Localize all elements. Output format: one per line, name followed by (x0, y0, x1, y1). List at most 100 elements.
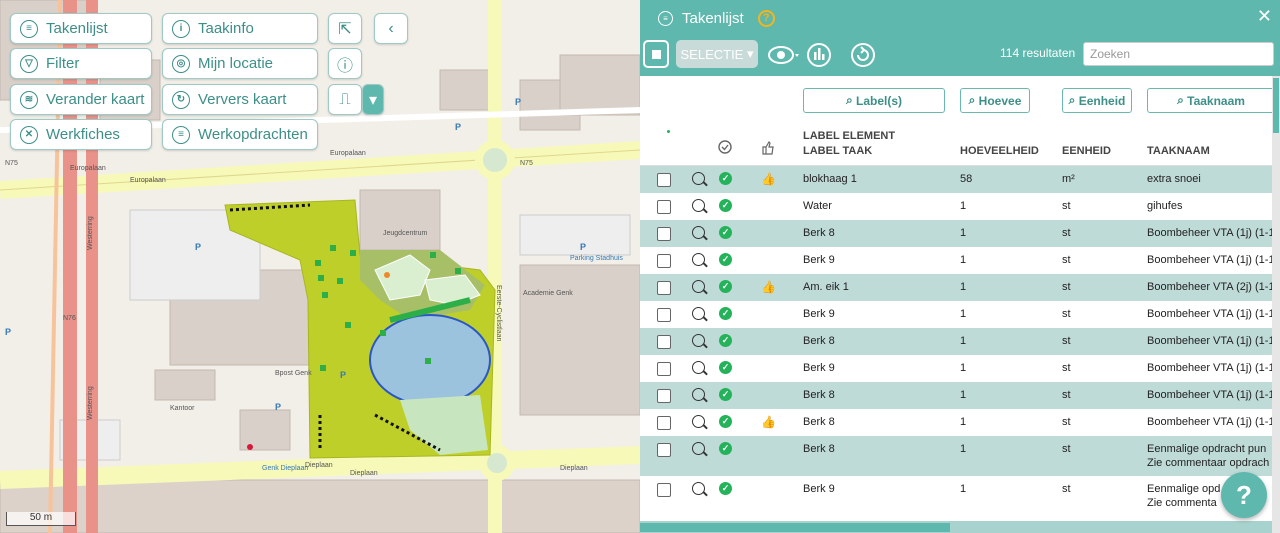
zoom-to-icon[interactable] (692, 388, 705, 401)
filter-eenheid-button[interactable]: ⌕ Eenheid (1062, 88, 1132, 113)
map-label: Parking Stadhuis (570, 255, 623, 262)
takenlijst-panel: ≡ Takenlijst ? ✕ SELECTIE ▾ 114 resultat… (640, 0, 1280, 533)
stop-button[interactable] (643, 40, 669, 68)
search-input[interactable] (1083, 42, 1274, 66)
collapse-button[interactable]: ‹ (374, 13, 408, 44)
chart-icon[interactable] (806, 42, 832, 68)
map-label: Westerring (87, 386, 94, 420)
help-fab-button[interactable]: ? (1221, 472, 1267, 518)
filter-labels-button[interactable]: ⌕ Label(s) (803, 88, 945, 113)
cell-label: Berk 8 (803, 335, 835, 347)
tools-icon: ✕ (20, 125, 38, 144)
zoom-to-icon[interactable] (692, 334, 705, 347)
header-hoeveelheid[interactable]: HOEVEELHEID (960, 144, 1039, 158)
pulse-icon: ⎍ (339, 90, 351, 108)
row-checkbox[interactable] (657, 335, 671, 349)
chevron-left-icon: ‹ (388, 19, 394, 37)
row-checkbox[interactable] (657, 281, 671, 295)
cell-hoeveelheid: 58 (960, 173, 973, 185)
zoom-to-icon[interactable] (692, 442, 705, 455)
zoom-to-icon[interactable] (692, 199, 705, 212)
verander-kaart-button[interactable]: ≋ Verander kaart (10, 84, 152, 115)
header-label-element[interactable]: LABEL ELEMENT (803, 129, 895, 143)
draw-tool-button[interactable]: ⎍ (328, 84, 362, 115)
map-label: Dieplaan (560, 465, 588, 472)
table-row[interactable]: ✓ Berk 9 1 st Boombeheer VTA (1j) (1-12 (640, 301, 1272, 328)
cell-hoeveelheid: 1 (960, 308, 967, 320)
table-row[interactable]: ✓ Water 1 st gihufes (640, 193, 1272, 220)
row-checkbox[interactable] (657, 443, 671, 457)
werkopdrachten-button[interactable]: ≡ Werkopdrachten (162, 119, 318, 150)
eye-icon[interactable] (768, 42, 800, 68)
map-view[interactable]: N75 N75 N76 Europalaan Europalaan Europa… (0, 0, 640, 533)
filter-taaknaam-button[interactable]: ⌕ Taaknaam (1147, 88, 1275, 113)
werkfiches-button[interactable]: ✕ Werkfiches (10, 119, 152, 150)
refresh-icon[interactable] (850, 42, 876, 68)
status-check-icon: ✓ (719, 482, 732, 495)
select-all-dot[interactable] (667, 130, 670, 133)
zoom-to-icon[interactable] (692, 280, 705, 293)
row-checkbox[interactable] (657, 308, 671, 322)
table-row[interactable]: ✓ Berk 9 1st Eenmalige opd Zie commenta (640, 476, 1272, 509)
row-checkbox[interactable] (657, 254, 671, 268)
werkfiches-label: Werkfiches (46, 126, 120, 143)
select-pointer-button[interactable]: ⇱ (328, 13, 362, 44)
zoom-to-icon[interactable] (692, 361, 705, 374)
info-icon: i (172, 19, 190, 38)
row-checkbox[interactable] (657, 227, 671, 241)
table-row[interactable]: ✓ 👍 blokhaag 1 58 m² extra snoei (640, 166, 1272, 193)
vertical-scrollbar[interactable] (1272, 76, 1280, 533)
caret-down-icon: ▾ (368, 91, 378, 109)
selectie-label: SELECTIE (680, 46, 744, 62)
row-checkbox[interactable] (657, 362, 671, 376)
map-label: Jeugdcentrum (383, 230, 428, 237)
svg-text:P: P (515, 97, 521, 107)
zoom-to-icon[interactable] (692, 307, 705, 320)
scrollbar-thumb[interactable] (640, 523, 950, 532)
row-checkbox[interactable] (657, 483, 671, 497)
list-icon: ≡ (20, 19, 38, 38)
close-icon[interactable]: ✕ (1257, 6, 1272, 27)
status-check-icon: ✓ (719, 172, 732, 185)
table-row[interactable]: ✓ Berk 8 1 st Boombeheer VTA (1j) (1-12 (640, 328, 1272, 355)
cell-label: Am. eik 1 (803, 281, 849, 293)
cell-label: Berk 9 (803, 254, 835, 266)
table-row[interactable]: ✓ 👍 Berk 8 1 st Boombeheer VTA (1j) (1-12 (640, 409, 1272, 436)
table-row[interactable]: ✓ Berk 9 1 st Boombeheer VTA (1j) (1-12 (640, 355, 1272, 382)
map-label: Dieplaan (305, 462, 333, 469)
scrollbar-thumb[interactable] (1273, 78, 1279, 133)
table-row[interactable]: ✓ Berk 8 1 st Eenmalige opdracht pun Zie comm… (640, 436, 1272, 476)
zoom-to-icon[interactable] (692, 226, 705, 239)
header-eenheid[interactable]: EENHEID (1062, 144, 1111, 158)
zoom-to-icon[interactable] (692, 253, 705, 266)
table-row[interactable]: ✓ Berk 9 1 st Boombeheer VTA (1j) (1-12 (640, 247, 1272, 274)
horizontal-scrollbar[interactable] (640, 521, 1272, 533)
cell-eenheid: st (1062, 281, 1071, 293)
zoom-to-icon[interactable] (692, 482, 705, 495)
svg-text:P: P (580, 242, 586, 252)
table-row[interactable]: ✓ 👍 Am. eik 1 1 st Boombeheer VTA (2j) (1-12 (640, 274, 1272, 301)
table-row[interactable]: ✓ Berk 8 1 st Boombeheer VTA (1j) (1-12 (640, 382, 1272, 409)
zoom-to-icon[interactable] (692, 415, 705, 428)
selectie-dropdown[interactable]: SELECTIE ▾ (676, 40, 758, 68)
info-button[interactable]: ⓘ (328, 48, 362, 79)
header-taaknaam[interactable]: TAAKNAAM (1147, 144, 1210, 158)
row-checkbox[interactable] (657, 173, 671, 187)
table-row[interactable]: ✓ Berk 8 1 st Boombeheer VTA (1j) (1-12 (640, 220, 1272, 247)
draw-tool-dropdown[interactable]: ▾ (362, 84, 384, 115)
help-icon[interactable]: ? (757, 9, 775, 27)
row-checkbox[interactable] (657, 416, 671, 430)
cell-eenheid: m² (1062, 173, 1075, 185)
ververs-kaart-button[interactable]: ↻ Ververs kaart (162, 84, 318, 115)
header-label-taak[interactable]: LABEL TAAK (803, 144, 872, 158)
zoom-to-icon[interactable] (692, 172, 705, 185)
taakinfo-button[interactable]: i Taakinfo (162, 13, 318, 44)
status-check-icon: ✓ (719, 226, 732, 239)
takenlijst-button[interactable]: ≡ Takenlijst (10, 13, 152, 44)
filter-hoeveelheid-button[interactable]: ⌕ Hoevee (960, 88, 1030, 113)
mijn-locatie-button[interactable]: ◎ Mijn locatie (162, 48, 318, 79)
row-checkbox[interactable] (657, 200, 671, 214)
row-checkbox[interactable] (657, 389, 671, 403)
filter-button[interactable]: ▽ Filter (10, 48, 152, 79)
filter-label: Eenheid (1078, 93, 1126, 108)
